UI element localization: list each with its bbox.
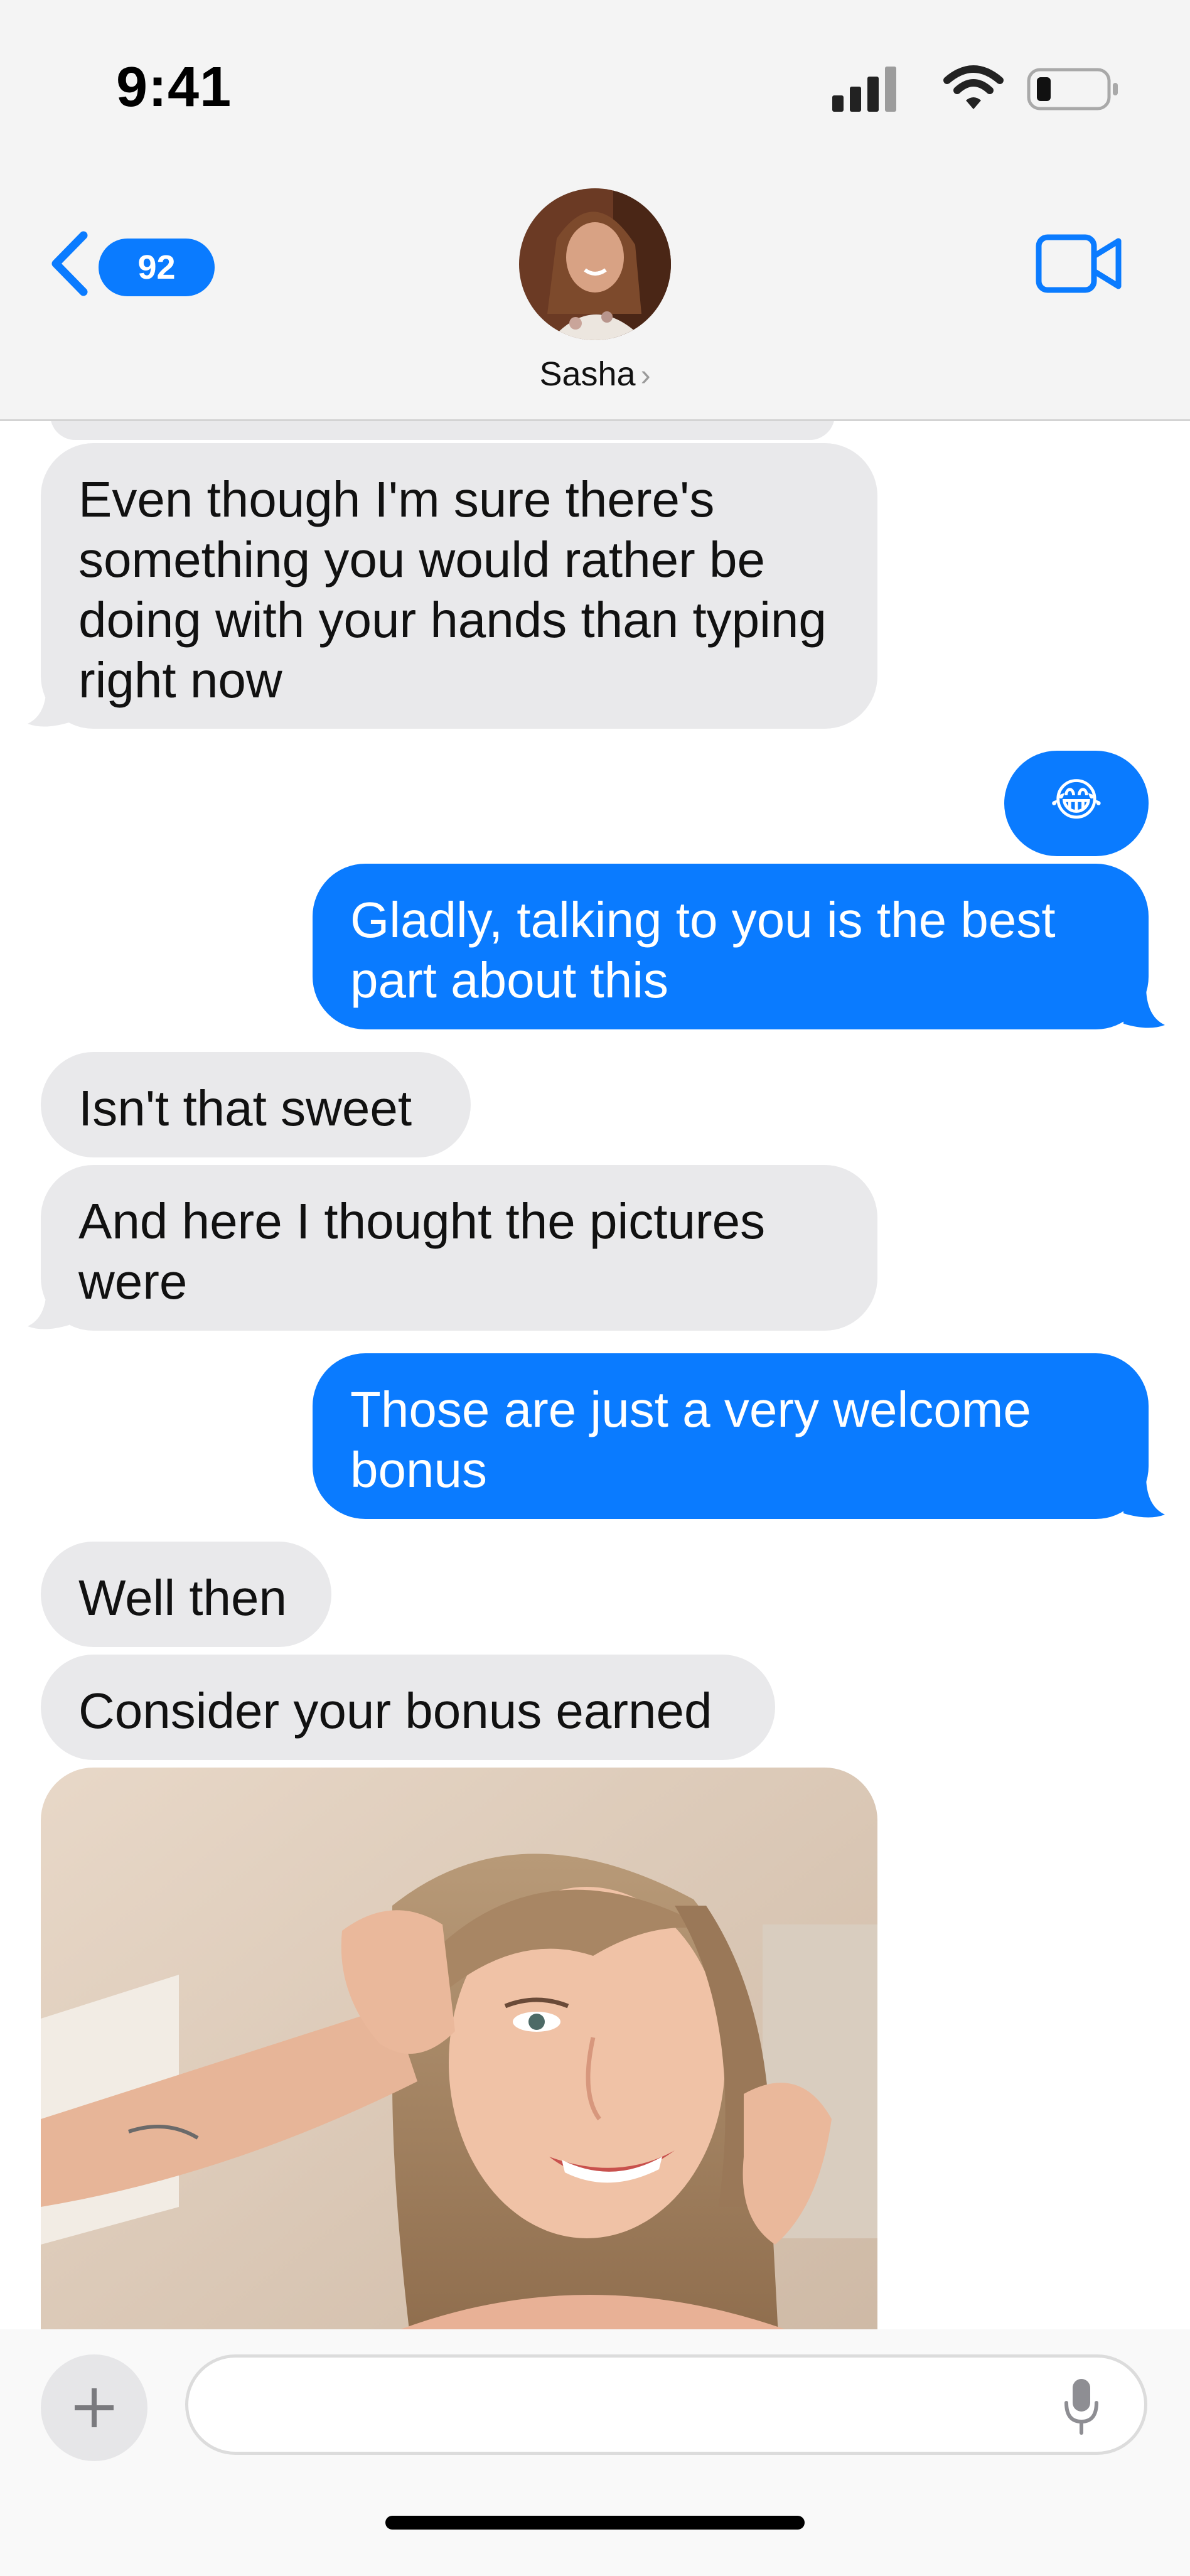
battery-icon — [1027, 68, 1118, 110]
message-bubble-outgoing[interactable]: Gladly, talking to you is the best part … — [313, 864, 1149, 1029]
microphone-icon[interactable] — [1063, 2375, 1100, 2438]
avatar-image — [519, 188, 671, 340]
photo-image — [41, 1768, 877, 2329]
bubble-tail — [1123, 986, 1165, 1028]
message-text: Even though I'm sure there's something y… — [78, 471, 827, 708]
message-text: Well then — [78, 1570, 287, 1626]
message-transcript[interactable]: Even though I'm sure there's something y… — [0, 421, 1190, 2329]
message-text: And here I thought the pictures were — [78, 1193, 766, 1309]
navigation-header: 9:41 92 Sasha › — [0, 0, 1190, 421]
message-bubble-incoming[interactable]: And here I thought the pictures were — [41, 1165, 877, 1331]
video-call-icon[interactable] — [1036, 232, 1123, 295]
bubble-tail — [28, 685, 69, 727]
back-button[interactable]: 92 — [47, 229, 215, 298]
contact-name-button[interactable]: Sasha › — [0, 355, 1190, 394]
message-bubble-outgoing[interactable]: 😂 — [1004, 751, 1149, 856]
message-text: Isn't that sweet — [78, 1080, 412, 1136]
bubble-tail — [1123, 1476, 1165, 1518]
contact-name: Sasha — [539, 355, 636, 393]
emoji-message: 😂 — [1049, 773, 1103, 826]
home-indicator — [385, 2516, 805, 2530]
chevron-left-icon — [51, 231, 88, 296]
bubble-tail — [28, 1287, 69, 1329]
message-text: Gladly, talking to you is the best part … — [350, 892, 1056, 1008]
cellular-signal-icon — [832, 67, 896, 112]
wifi-icon — [943, 65, 1004, 109]
unread-count-badge: 92 — [99, 239, 215, 296]
status-time: 9:41 — [116, 56, 232, 119]
message-bubble-partial — [50, 421, 835, 440]
message-text: Those are just a very welcome bonus — [350, 1382, 1031, 1498]
message-bubble-outgoing[interactable]: Those are just a very welcome bonus — [313, 1353, 1149, 1519]
chevron-right-icon: › — [640, 359, 651, 392]
message-bubble-incoming[interactable]: Isn't that sweet — [41, 1052, 471, 1157]
message-bubble-incoming[interactable]: Even though I'm sure there's something y… — [41, 443, 877, 729]
compose-bar — [0, 2329, 1190, 2576]
contact-avatar[interactable] — [519, 188, 671, 340]
message-input[interactable] — [185, 2354, 1147, 2455]
message-text: Consider your bonus earned — [78, 1683, 712, 1739]
add-attachment-button[interactable] — [41, 2354, 147, 2461]
message-bubble-incoming[interactable]: Well then — [41, 1542, 331, 1647]
photo-attachment[interactable] — [41, 1768, 877, 2329]
message-bubble-incoming[interactable]: Consider your bonus earned — [41, 1655, 775, 1760]
